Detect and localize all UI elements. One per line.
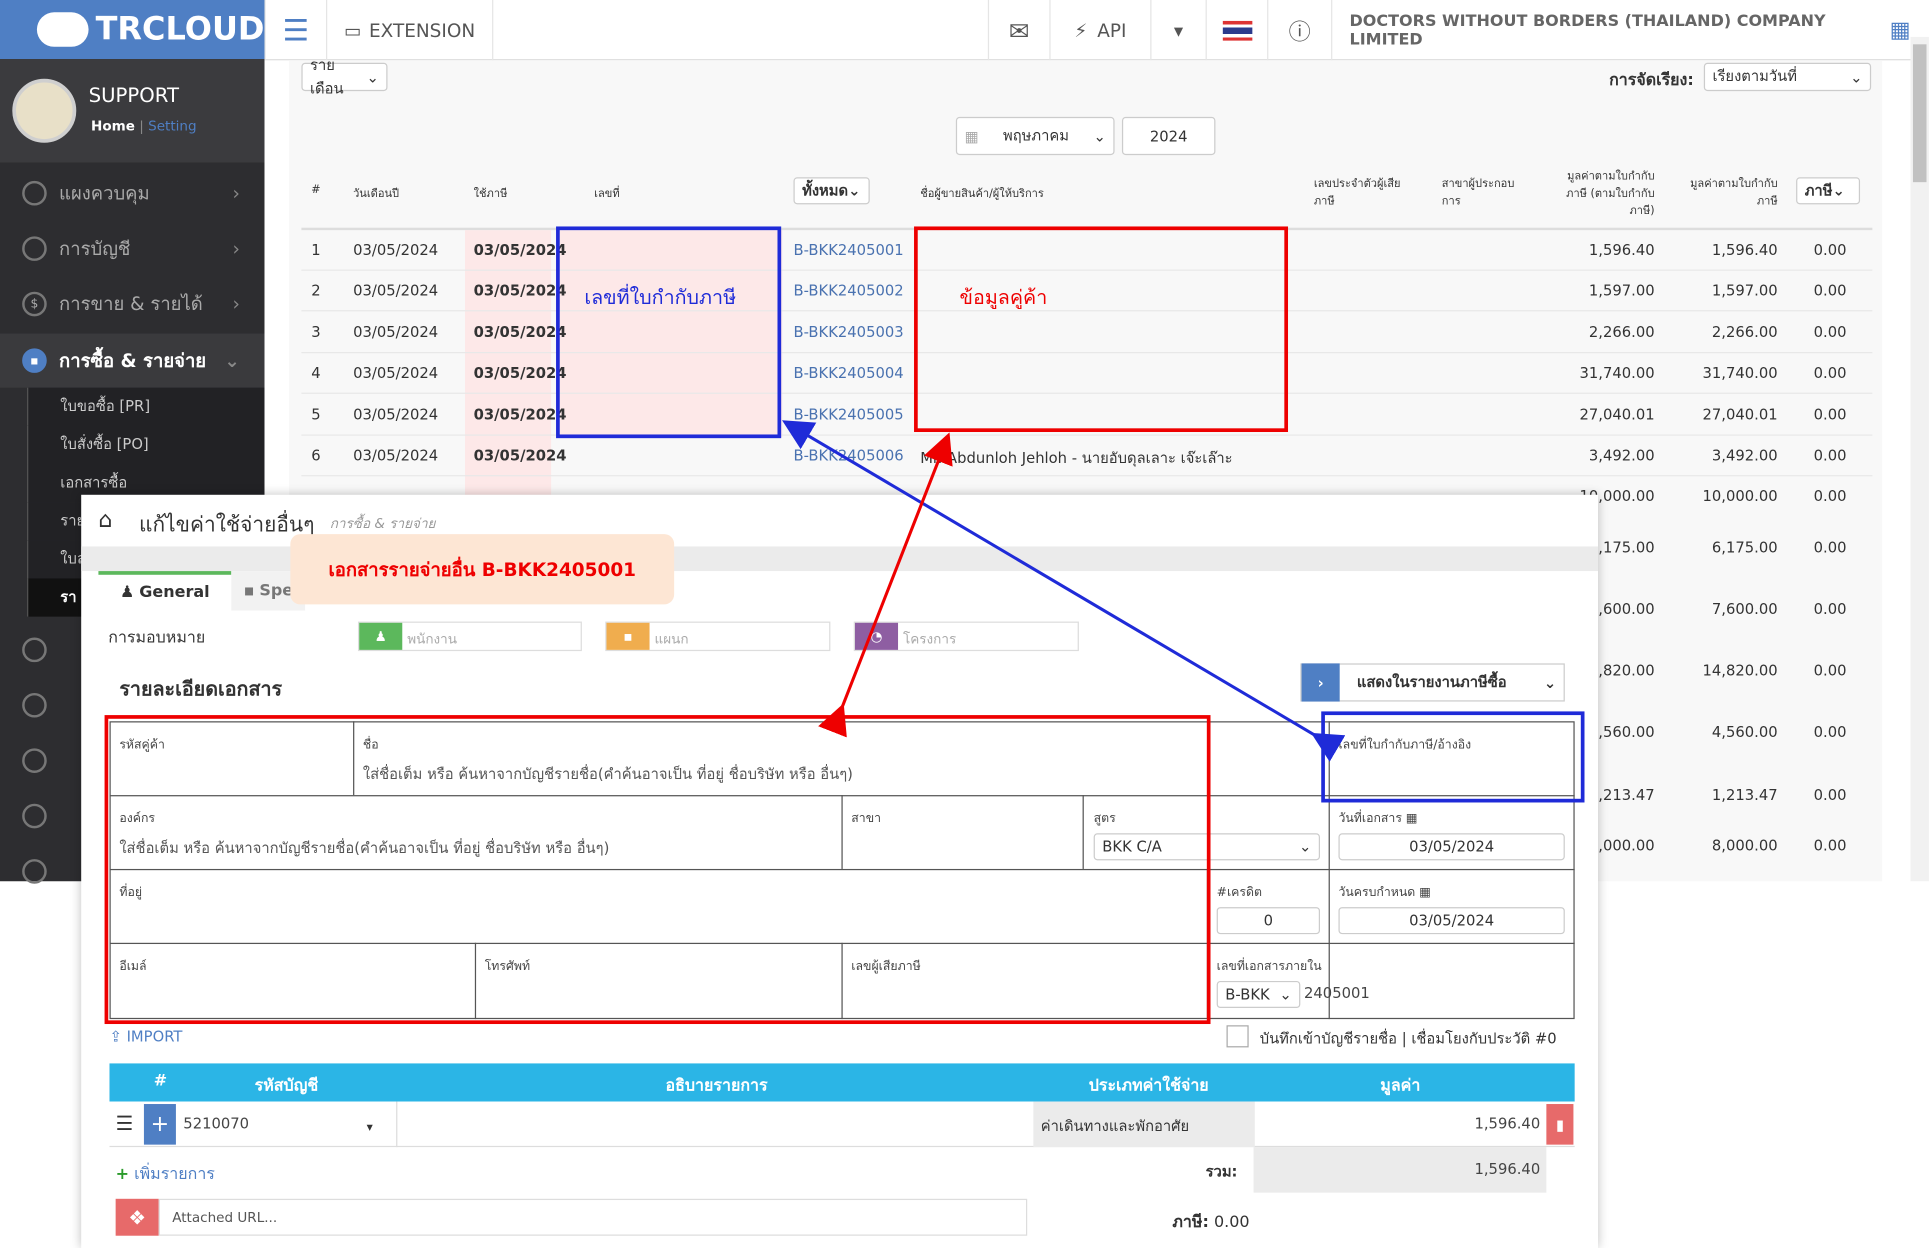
red-arrow xyxy=(818,432,953,738)
annotation-arrows xyxy=(782,420,1346,762)
blue-arrow xyxy=(782,420,1346,762)
